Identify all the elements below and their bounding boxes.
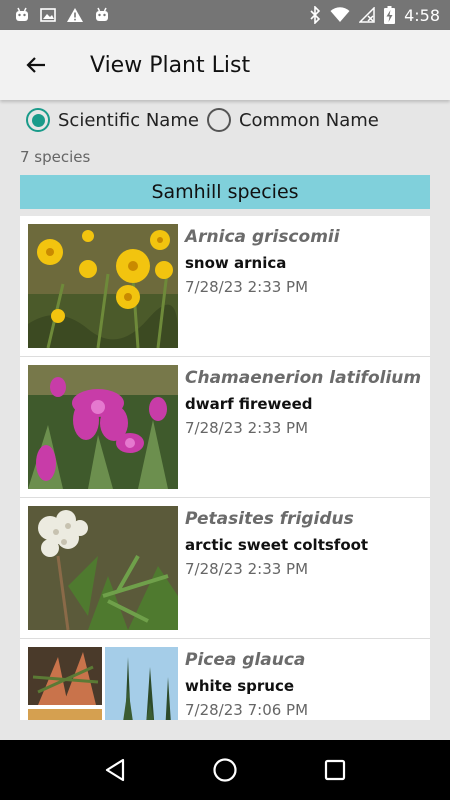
home-circle-icon [213, 758, 237, 782]
group-title: Samhill species [151, 181, 299, 203]
no-sim-icon [359, 7, 375, 23]
plant-photo [28, 647, 178, 720]
plant-photo [28, 224, 178, 348]
scientific-name: Petasites frigidus [185, 509, 354, 529]
page-title: View Plant List [90, 52, 251, 78]
nav-recents-button[interactable] [315, 750, 355, 790]
group-header[interactable]: Samhill species [20, 175, 430, 209]
arrow-back-icon [26, 57, 45, 73]
status-system-icons: 4:58 [309, 6, 450, 25]
status-notifications [0, 7, 110, 23]
list-item[interactable]: Picea glauca white spruce 7/28/23 7:06 P… [20, 639, 430, 720]
nav-back-button[interactable] [95, 750, 135, 790]
date-added: 7/28/23 2:33 PM [185, 419, 309, 437]
status-bar: 4:58 [0, 0, 450, 30]
android-icon [16, 7, 28, 21]
date-added: 7/28/23 2:33 PM [185, 560, 309, 578]
radio-label-common: Common Name [238, 109, 379, 131]
date-added: 7/28/23 2:33 PM [185, 278, 309, 296]
nav-home-button[interactable] [205, 750, 245, 790]
common-name: white spruce [185, 677, 295, 695]
back-triangle-icon [105, 758, 125, 782]
recents-square-icon [324, 759, 346, 781]
bluetooth-icon [310, 6, 321, 24]
list-item[interactable]: Petasites frigidus arctic sweet coltsfoo… [20, 498, 430, 639]
species-count: 7 species [20, 148, 91, 166]
scientific-name: Chamaenerion latifolium [185, 368, 422, 388]
plant-photo [28, 365, 178, 489]
common-name: arctic sweet coltsfoot [185, 536, 369, 554]
radio-scientific-name[interactable]: Scientific Name [26, 108, 199, 132]
battery-charging-icon [384, 6, 396, 24]
date-added: 7/28/23 7:06 PM [185, 701, 309, 719]
navigation-bar [0, 740, 450, 800]
name-toggle: Scientific Name Common Name [26, 108, 387, 132]
status-time: 4:58 [404, 5, 440, 25]
android-icon [96, 7, 108, 21]
warning-icon [67, 8, 83, 22]
list-item[interactable]: Arnica griscomii snow arnica 7/28/23 2:3… [20, 216, 430, 357]
plant-photo [28, 506, 178, 630]
scientific-name: Arnica griscomii [185, 227, 340, 247]
image-icon [40, 8, 56, 22]
radio-button-unchecked[interactable] [206, 108, 231, 132]
radio-label-scientific: Scientific Name [58, 109, 199, 131]
common-name: snow arnica [185, 254, 287, 272]
radio-button-checked[interactable] [26, 108, 50, 132]
plant-list[interactable]: Arnica griscomii snow arnica 7/28/23 2:3… [20, 216, 430, 720]
common-name: dwarf fireweed [185, 395, 313, 413]
back-button[interactable] [18, 47, 54, 83]
list-item[interactable]: Chamaenerion latifolium dwarf fireweed 7… [20, 357, 430, 498]
wifi-icon [330, 7, 350, 22]
scientific-name: Picea glauca [185, 650, 306, 670]
radio-common-name[interactable]: Common Name [206, 108, 379, 132]
app-bar: View Plant List [0, 30, 450, 100]
